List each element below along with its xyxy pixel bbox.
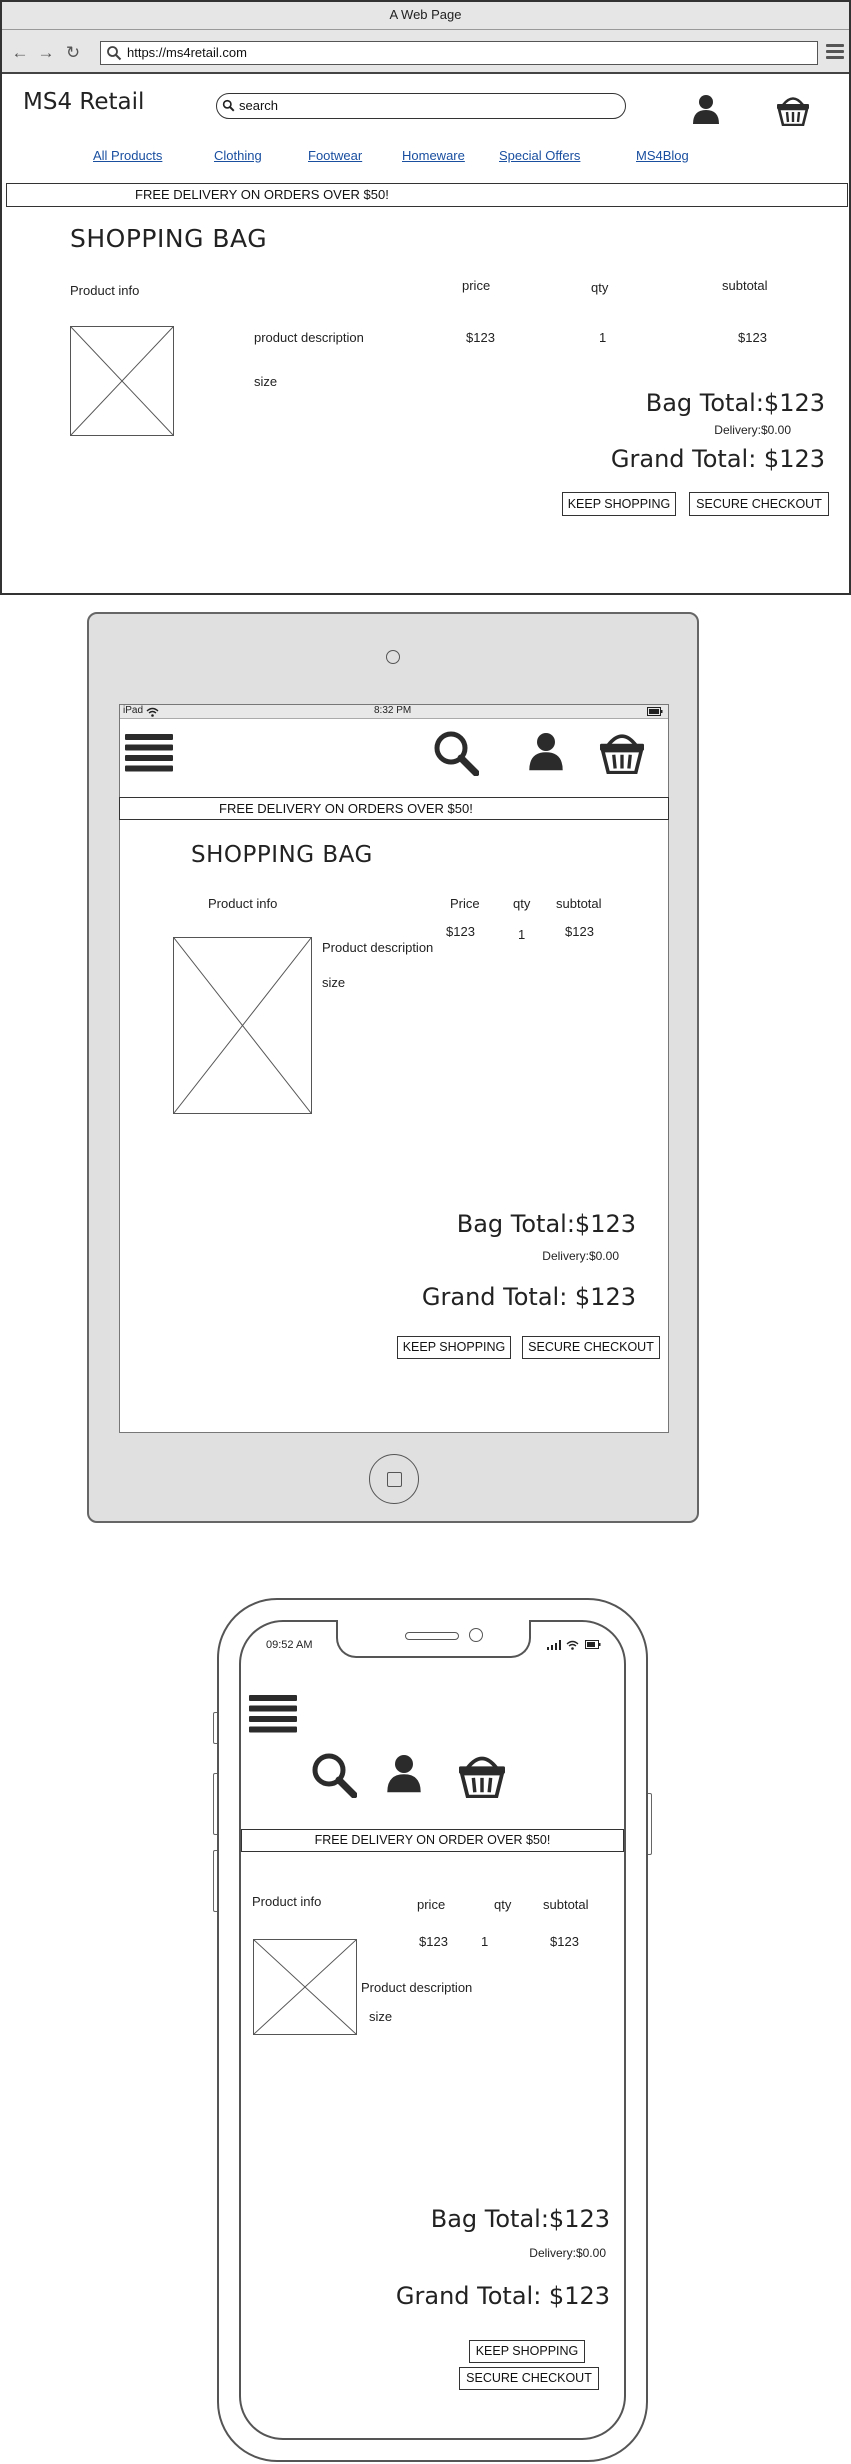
grand-total: Grand Total: $123 — [395, 2282, 610, 2310]
col-subtotal: subtotal — [543, 1897, 589, 1912]
tablet-mockup: iPad 8:32 PM FREE DELIVERY ON ORDERS OVE… — [87, 612, 699, 1523]
grand-total: Grand Total: $123 — [610, 445, 825, 473]
col-product-info: Product info — [252, 1894, 322, 1909]
phone-mockup: 09:52 AM FREE DELIVERY ON ORDER OVER $50… — [217, 1598, 648, 2462]
search-icon — [107, 46, 122, 61]
item-price: $123 — [419, 1934, 448, 1949]
phone-speaker — [405, 1632, 459, 1640]
free-delivery-banner: FREE DELIVERY ON ORDERS OVER $50! — [119, 797, 669, 820]
item-price: $123 — [446, 924, 475, 939]
col-subtotal: subtotal — [556, 896, 602, 911]
nav-ms4blog[interactable]: MS4Blog — [636, 148, 689, 163]
bag-total: Bag Total:$123 — [645, 389, 825, 417]
basket-icon[interactable] — [598, 730, 646, 774]
back-arrow-icon[interactable]: ← — [11, 44, 29, 62]
col-price: price — [462, 278, 491, 293]
nav-all-products[interactable]: All Products — [93, 148, 162, 163]
col-price: price — [417, 1897, 446, 1912]
hamburger-menu-icon[interactable] — [125, 734, 173, 772]
reload-icon[interactable]: ↻ — [64, 44, 82, 62]
basket-icon[interactable] — [776, 94, 810, 126]
item-subtotal: $123 — [550, 1934, 579, 1949]
search-icon[interactable] — [311, 1752, 357, 1798]
page-title: SHOPPING BAG — [70, 224, 268, 253]
search-icon — [222, 99, 235, 112]
item-qty[interactable]: 1 — [599, 330, 606, 345]
col-qty: qty — [513, 896, 531, 911]
phone-notch — [336, 1620, 531, 1658]
product-size: size — [369, 2009, 393, 2024]
desktop-browser-mockup: A Web Page ← → ↻ https://ms4retail.com M… — [0, 0, 851, 595]
battery-icon — [585, 1640, 601, 1649]
signal-icon — [547, 1640, 561, 1650]
bag-total: Bag Total:$123 — [430, 2205, 610, 2233]
free-delivery-banner: FREE DELIVERY ON ORDERS OVER $50! — [6, 183, 848, 207]
forward-arrow-icon[interactable]: → — [37, 44, 55, 62]
nav-footwear[interactable]: Footwear — [308, 148, 362, 163]
phone-camera — [469, 1628, 483, 1642]
nav-special-offers[interactable]: Special Offers — [499, 148, 580, 163]
col-subtotal: subtotal — [722, 278, 768, 293]
tablet-camera — [386, 650, 400, 664]
tablet-screen: iPad 8:32 PM FREE DELIVERY ON ORDERS OVE… — [119, 704, 669, 1433]
col-price: Price — [450, 896, 480, 911]
product-image-placeholder-icon[interactable] — [70, 326, 174, 436]
product-size: size — [322, 975, 346, 990]
tablet-status-bar: iPad 8:32 PM — [120, 705, 668, 719]
col-product-info: Product info — [70, 283, 140, 298]
product-description[interactable]: Product description — [322, 940, 433, 955]
item-subtotal: $123 — [565, 924, 594, 939]
col-product-info: Product info — [208, 896, 278, 911]
browser-menu-icon[interactable] — [826, 44, 844, 60]
nav-clothing[interactable]: Clothing — [214, 148, 262, 163]
secure-checkout-button[interactable]: SECURE CHECKOUT — [522, 1336, 660, 1359]
keep-shopping-button[interactable]: KEEP SHOPPING — [469, 2340, 585, 2363]
grand-total: Grand Total: $123 — [421, 1283, 636, 1311]
secure-checkout-button[interactable]: SECURE CHECKOUT — [459, 2367, 599, 2390]
product-size: size — [254, 374, 278, 389]
item-qty[interactable]: 1 — [481, 1934, 488, 1949]
window-title: A Web Page — [2, 2, 849, 30]
brand-logo[interactable]: MS4 Retail — [23, 89, 144, 115]
delivery-cost: Delivery:$0.00 — [529, 2246, 606, 2260]
status-time: 8:32 PM — [374, 705, 412, 716]
user-icon[interactable] — [692, 94, 720, 124]
secure-checkout-button[interactable]: SECURE CHECKOUT — [689, 492, 829, 516]
tablet-home-button[interactable] — [369, 1454, 419, 1504]
product-image-placeholder-icon[interactable] — [173, 937, 312, 1114]
item-price: $123 — [466, 330, 495, 345]
user-icon[interactable] — [386, 1752, 422, 1794]
wifi-icon — [566, 1640, 579, 1650]
delivery-cost: Delivery:$0.00 — [714, 423, 791, 437]
browser-toolbar: ← → ↻ https://ms4retail.com — [2, 30, 849, 74]
status-device: iPad — [123, 705, 144, 716]
wifi-icon — [146, 707, 159, 717]
url-text: https://ms4retail.com — [127, 45, 247, 60]
item-qty[interactable]: 1 — [518, 927, 525, 942]
col-qty: qty — [591, 280, 609, 295]
page-title: SHOPPING BAG — [191, 842, 373, 868]
search-placeholder: search — [239, 98, 279, 113]
keep-shopping-button[interactable]: KEEP SHOPPING — [397, 1336, 511, 1359]
battery-icon — [647, 707, 663, 716]
search-input[interactable]: search — [216, 93, 626, 119]
delivery-cost: Delivery:$0.00 — [542, 1249, 619, 1263]
product-description[interactable]: Product description — [361, 1980, 472, 1995]
basket-icon[interactable] — [457, 1752, 507, 1798]
address-bar[interactable]: https://ms4retail.com — [100, 41, 818, 65]
keep-shopping-button[interactable]: KEEP SHOPPING — [562, 492, 676, 516]
nav-homeware[interactable]: Homeware — [402, 148, 465, 163]
hamburger-menu-icon[interactable] — [249, 1695, 297, 1733]
search-icon[interactable] — [433, 730, 479, 776]
product-image-placeholder-icon[interactable] — [253, 1939, 357, 2035]
status-time: 09:52 AM — [266, 1639, 313, 1651]
free-delivery-banner: FREE DELIVERY ON ORDER OVER $50! — [241, 1829, 624, 1852]
col-qty: qty — [494, 1897, 512, 1912]
bag-total: Bag Total:$123 — [456, 1210, 636, 1238]
user-icon[interactable] — [528, 730, 564, 772]
phone-screen: 09:52 AM FREE DELIVERY ON ORDER OVER $50… — [239, 1620, 626, 2440]
item-subtotal: $123 — [738, 330, 767, 345]
product-description[interactable]: product description — [254, 330, 364, 345]
